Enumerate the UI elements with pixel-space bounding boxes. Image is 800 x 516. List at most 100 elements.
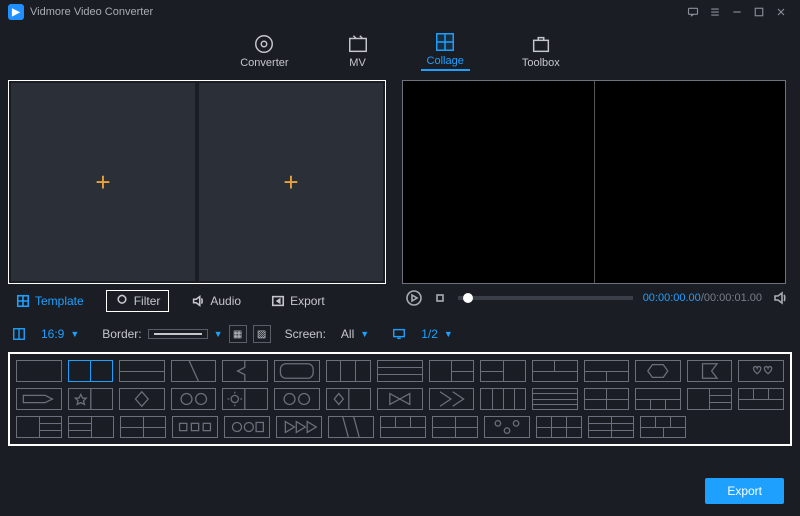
template-2row[interactable] xyxy=(119,360,165,382)
border-style-dropdown[interactable] xyxy=(148,329,208,339)
collage-slot-2[interactable]: + xyxy=(199,83,383,281)
template-3diag[interactable] xyxy=(328,416,374,438)
bottom-bar: Export xyxy=(705,478,784,504)
time-display: 00:00:00.00/00:00:01.00 xyxy=(643,292,762,304)
ratio-value: 16:9 xyxy=(41,327,64,341)
playback-bar: 00:00:00.00/00:00:01.00 xyxy=(402,284,792,306)
collage-tabs: Template Filter Audio Export xyxy=(8,284,386,314)
nav-label: Toolbox xyxy=(522,57,560,69)
template-arrow[interactable] xyxy=(16,388,62,410)
nav-collage[interactable]: Collage xyxy=(421,29,470,71)
preview-area xyxy=(402,80,786,284)
left-panel: + + Template Filter Audio Export xyxy=(8,80,386,314)
template-1-3[interactable] xyxy=(16,416,62,438)
feedback-icon[interactable] xyxy=(682,2,704,22)
template-bowtie[interactable] xyxy=(377,388,423,410)
template-1-2[interactable] xyxy=(429,360,475,382)
template-2-1[interactable] xyxy=(480,360,526,382)
template-star-split[interactable] xyxy=(68,388,114,410)
template-diamond[interactable] xyxy=(119,388,165,410)
template-L1[interactable] xyxy=(635,388,681,410)
tab-template[interactable]: Template xyxy=(8,290,92,312)
audio-icon xyxy=(191,294,205,308)
app-title: Vidmore Video Converter xyxy=(30,6,153,18)
seek-thumb[interactable] xyxy=(463,293,473,303)
template-3x2grid[interactable] xyxy=(536,416,582,438)
ratio-dropdown[interactable]: 16:9▼ xyxy=(32,324,88,344)
template-3-1[interactable] xyxy=(68,416,114,438)
template-L2[interactable] xyxy=(687,388,733,410)
template-2c1b[interactable] xyxy=(224,416,270,438)
template-hex[interactable] xyxy=(635,360,681,382)
template-diamond-split[interactable] xyxy=(326,388,372,410)
preview-left xyxy=(403,81,595,283)
template-top2[interactable] xyxy=(532,360,578,382)
nav-toolbox[interactable]: Toolbox xyxy=(516,31,566,69)
template-mix1[interactable] xyxy=(120,416,166,438)
template-chevron[interactable] xyxy=(429,388,475,410)
template-2circles-a[interactable] xyxy=(171,388,217,410)
template-diag[interactable] xyxy=(171,360,217,382)
template-row-3 xyxy=(16,416,784,438)
template-L3[interactable] xyxy=(738,388,784,410)
menu-icon[interactable] xyxy=(704,2,726,22)
template-3x2-a[interactable] xyxy=(380,416,426,438)
title-bar: ▶ Vidmore Video Converter xyxy=(0,0,800,24)
template-row-1 xyxy=(16,360,784,382)
tab-export[interactable]: Export xyxy=(263,290,333,312)
export-button[interactable]: Export xyxy=(705,478,784,504)
nav-mv[interactable]: MV xyxy=(341,31,375,69)
template-ffwd[interactable] xyxy=(276,416,322,438)
template-pip[interactable] xyxy=(484,416,530,438)
template-icon xyxy=(16,294,30,308)
collage-icon xyxy=(434,31,456,53)
screen-dropdown[interactable]: All ▼ xyxy=(332,324,378,344)
filter-icon xyxy=(115,294,129,308)
volume-button[interactable] xyxy=(772,290,788,306)
template-4row[interactable] xyxy=(532,388,578,410)
page-dropdown[interactable]: 1/2 ▼ xyxy=(412,324,462,344)
template-4col[interactable] xyxy=(480,388,526,410)
tab-audio[interactable]: Audio xyxy=(183,290,249,312)
ratio-group[interactable]: 16:9▼ xyxy=(12,324,88,344)
border-pattern-button[interactable]: ▨ xyxy=(253,325,271,343)
time-total: 00:00:01.00 xyxy=(704,292,762,304)
tab-label: Filter xyxy=(134,294,161,308)
play-button[interactable] xyxy=(406,290,422,306)
close-button[interactable] xyxy=(770,2,792,22)
template-3col[interactable] xyxy=(326,360,372,382)
maximize-button[interactable] xyxy=(748,2,770,22)
template-2x3grid[interactable] xyxy=(588,416,634,438)
stop-button[interactable] xyxy=(432,290,448,306)
nav-converter[interactable]: Converter xyxy=(234,31,294,69)
right-panel: 00:00:00.00/00:00:01.00 xyxy=(402,80,792,314)
template-2x2[interactable] xyxy=(584,388,630,410)
screen-value: All xyxy=(341,327,354,341)
template-2circles-b[interactable] xyxy=(274,388,320,410)
tab-filter[interactable]: Filter xyxy=(106,290,170,312)
seek-slider[interactable] xyxy=(458,296,633,300)
collage-slot-1[interactable]: + xyxy=(11,83,195,281)
collage-canvas: + + xyxy=(8,80,386,284)
tab-label: Template xyxy=(35,294,84,308)
toolbox-icon xyxy=(530,33,552,55)
template-2x2-b[interactable] xyxy=(432,416,478,438)
nav-label: Collage xyxy=(427,55,464,67)
time-current: 00:00:00.00 xyxy=(643,292,701,304)
tab-label: Export xyxy=(290,294,325,308)
main-area: + + Template Filter Audio Export xyxy=(0,76,800,314)
minimize-button[interactable] xyxy=(726,2,748,22)
template-2col[interactable] xyxy=(68,360,114,382)
template-starburst[interactable] xyxy=(222,388,268,410)
template-3boxes[interactable] xyxy=(172,416,218,438)
template-single[interactable] xyxy=(16,360,62,382)
template-bot2[interactable] xyxy=(584,360,630,382)
border-color-button[interactable]: ▦ xyxy=(229,325,247,343)
nav-label: Converter xyxy=(240,57,288,69)
template-notch[interactable] xyxy=(222,360,268,382)
template-3row[interactable] xyxy=(377,360,423,382)
template-hearts[interactable] xyxy=(738,360,784,382)
template-flag[interactable] xyxy=(687,360,733,382)
template-rounded[interactable] xyxy=(274,360,320,382)
template-complex[interactable] xyxy=(640,416,686,438)
